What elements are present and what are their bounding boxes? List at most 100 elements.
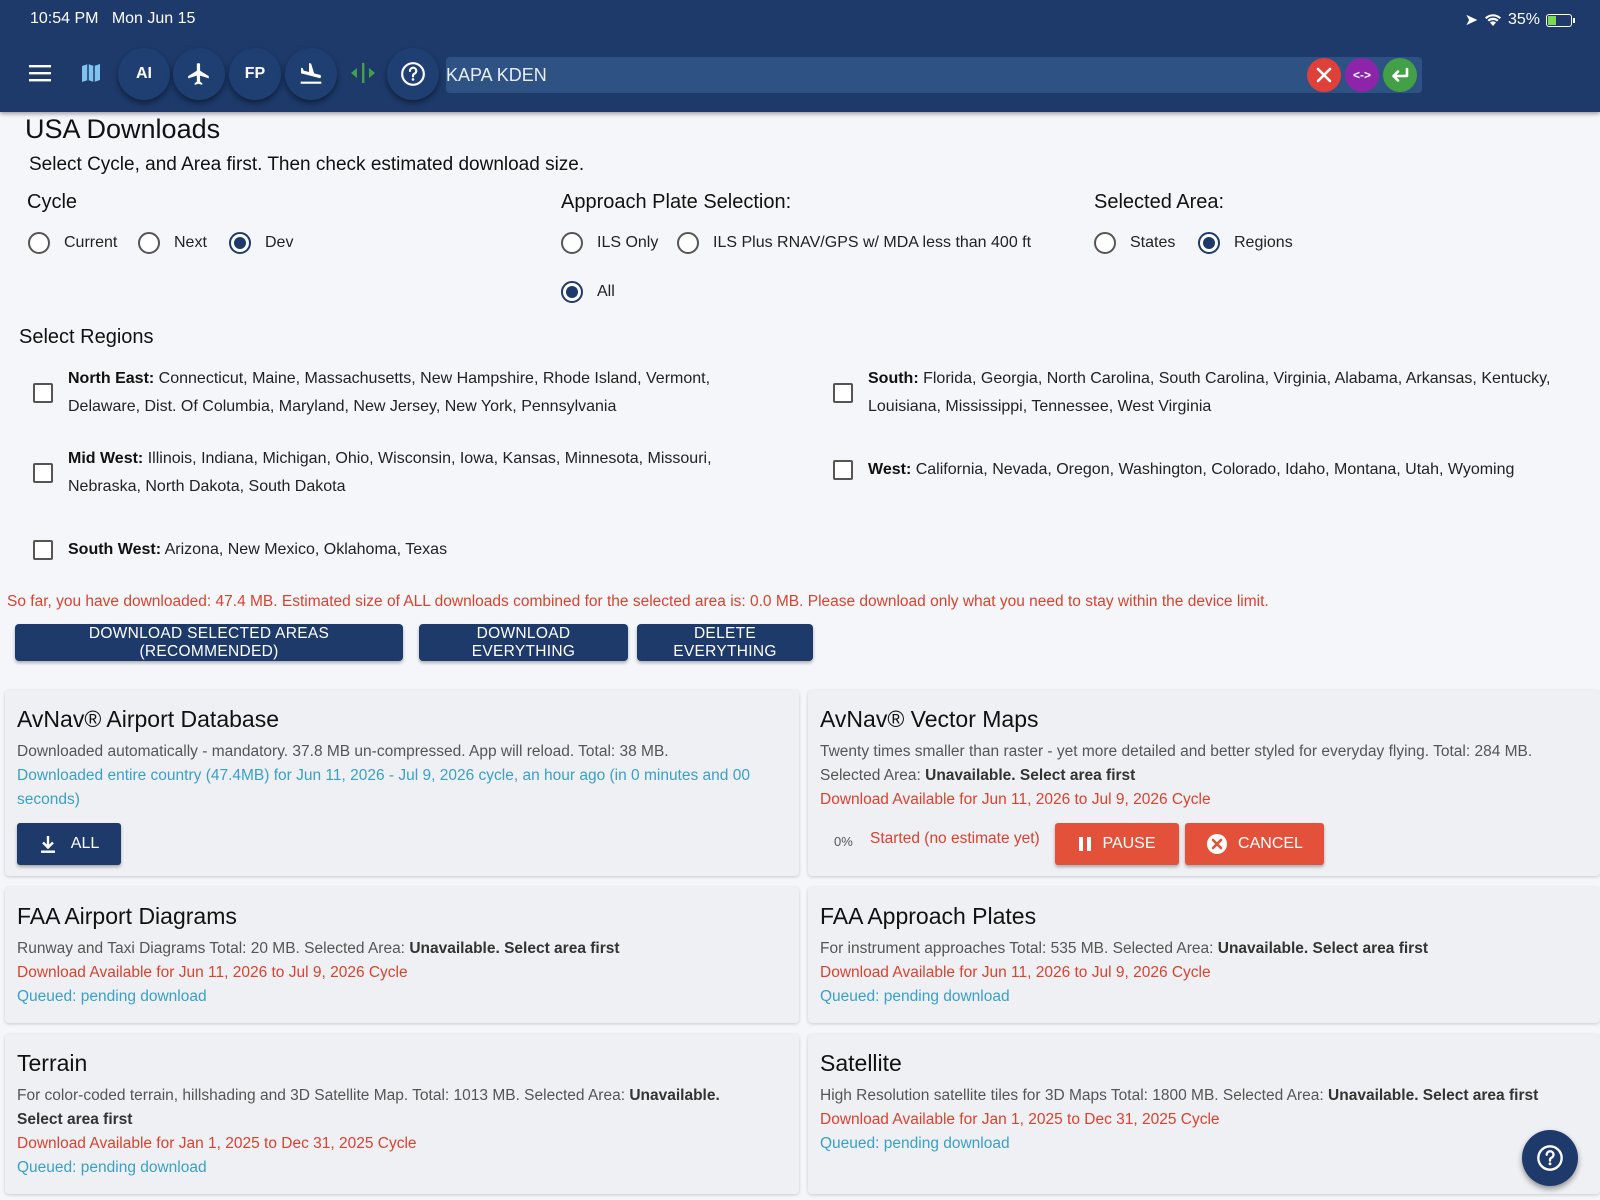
- date: Mon Jun 15: [111, 10, 196, 27]
- airplane-icon: [188, 63, 209, 85]
- search-bar[interactable]: [446, 57, 1422, 93]
- card-title: AvNav® Vector Maps: [820, 706, 1039, 732]
- menu-icon[interactable]: [18, 50, 64, 96]
- cycle-label: Cycle: [27, 191, 78, 213]
- card-availability: Download Available for Jun 11, 2026 to J…: [820, 791, 1211, 808]
- cycle-current-radio[interactable]: Current: [28, 232, 117, 254]
- desc-bold: Unavailable. Select area first: [1328, 1087, 1539, 1104]
- card-title: AvNav® Airport Database: [17, 706, 279, 732]
- approach-ils-plus-radio[interactable]: ILS Plus RNAV/GPS w/ MDA less than 400 f…: [677, 232, 1031, 254]
- help-icon: [401, 62, 425, 86]
- area-regions-radio[interactable]: Regions: [1198, 232, 1293, 254]
- radio-dot[interactable]: [229, 232, 251, 254]
- card-title: Satellite: [820, 1050, 902, 1076]
- region-mid-west-checkbox[interactable]: [33, 463, 53, 483]
- region-south-west-checkbox[interactable]: [33, 540, 53, 560]
- region-south-west-label: South West: Arizona, New Mexico, Oklahom…: [68, 536, 808, 564]
- desc-bold: Unavailable. Select area first: [409, 940, 620, 957]
- radio-dot[interactable]: [561, 281, 583, 303]
- region-south-checkbox[interactable]: [833, 383, 853, 403]
- approach-all-radio[interactable]: All: [561, 281, 615, 303]
- card-description: Runway and Taxi Diagrams Total: 20 MB. S…: [17, 937, 620, 961]
- page-subtitle: Select Cycle, and Area first. Then check…: [29, 154, 585, 175]
- region-north-east-label: North East: Connecticut, Maine, Massachu…: [68, 365, 808, 421]
- desc-prefix: High Resolution satellite tiles for 3D M…: [820, 1087, 1329, 1104]
- region-states: Connecticut, Maine, Massachusetts, New H…: [154, 370, 711, 387]
- radio-label: Regions: [1234, 234, 1293, 251]
- card-queued: Queued: pending download: [17, 988, 207, 1005]
- help-button[interactable]: [387, 48, 439, 100]
- status-time: 10:54 PM Mon Jun 15: [30, 10, 195, 28]
- satellite-card: Satellite High Resolution satellite tile…: [808, 1034, 1600, 1194]
- area-states-radio[interactable]: States: [1094, 232, 1175, 254]
- download-everything-button[interactable]: DOWNLOAD EVERYTHING: [419, 624, 628, 661]
- landing-button[interactable]: [285, 48, 337, 100]
- vector-maps-card: AvNav® Vector Maps Twenty times smaller …: [808, 690, 1600, 876]
- search-input[interactable]: [446, 57, 1306, 93]
- region-states: California, Nevada, Oregon, Washington, …: [911, 461, 1515, 478]
- card-title: FAA Approach Plates: [820, 903, 1037, 929]
- location-icon: ➤: [1464, 12, 1478, 29]
- approach-plates-card: FAA Approach Plates For instrument appro…: [808, 887, 1600, 1023]
- region-north-east-checkbox[interactable]: [33, 383, 53, 403]
- radio-label: Dev: [265, 234, 294, 251]
- flight-plan-button[interactable]: FP: [229, 48, 281, 100]
- clear-button[interactable]: [1307, 58, 1341, 92]
- card-availability: Download Available for Jan 1, 2025 to De…: [820, 1111, 1220, 1128]
- region-west-label: West: California, Nevada, Oregon, Washin…: [868, 456, 1588, 484]
- card-queued: Queued: pending download: [820, 1135, 1010, 1152]
- radio-dot[interactable]: [1198, 232, 1220, 254]
- cycle-next-radio[interactable]: Next: [138, 232, 207, 254]
- radio-dot[interactable]: [677, 232, 699, 254]
- help-fab-button[interactable]: [1522, 1130, 1578, 1186]
- desc-prefix: For instrument approaches Total: 535 MB.…: [820, 940, 1218, 957]
- airport-database-card: AvNav® Airport Database Downloaded autom…: [5, 690, 799, 876]
- card-queued: Queued: pending download: [17, 1159, 207, 1176]
- cycle-dev-radio[interactable]: Dev: [229, 232, 293, 254]
- radio-label: States: [1130, 234, 1176, 251]
- region-states: Nebraska, North Dakota, South Dakota: [68, 478, 346, 495]
- desc-prefix: For color-coded terrain, hillshading and…: [17, 1087, 630, 1104]
- card-title: Terrain: [17, 1050, 88, 1076]
- airplane-button[interactable]: [173, 48, 225, 100]
- radio-dot[interactable]: [138, 232, 160, 254]
- button-label: CANCEL: [1238, 835, 1303, 852]
- card-description: For instrument approaches Total: 535 MB.…: [820, 937, 1428, 961]
- wifi-icon: [1484, 14, 1501, 26]
- region-name: West:: [868, 461, 912, 478]
- battery-icon: [1546, 13, 1575, 27]
- select-regions-label: Select Regions: [19, 326, 154, 348]
- radio-dot[interactable]: [1094, 232, 1116, 254]
- split-view-icon[interactable]: [340, 50, 386, 96]
- radio-dot[interactable]: [28, 232, 50, 254]
- close-icon: [1316, 67, 1332, 83]
- card-description: For color-coded terrain, hillshading and…: [17, 1084, 787, 1108]
- card-description: Downloaded automatically - mandatory. 37…: [17, 743, 669, 760]
- swap-button[interactable]: <->: [1345, 58, 1379, 92]
- area-label: Selected Area:: [1094, 191, 1225, 213]
- approach-ils-only-radio[interactable]: ILS Only: [561, 232, 658, 254]
- card-availability: Download Available for Jun 11, 2026 to J…: [17, 964, 408, 981]
- desc-bold: Select area first: [17, 1111, 133, 1128]
- progress-percent: 0%: [834, 834, 853, 849]
- ai-button[interactable]: AI: [118, 48, 170, 100]
- download-icon: [40, 836, 55, 853]
- cancel-button[interactable]: CANCEL: [1185, 823, 1324, 865]
- card-status-cont: seconds): [17, 791, 80, 808]
- card-selected-area: Selected Area: Unavailable. Select area …: [820, 764, 1135, 788]
- download-selected-button[interactable]: DOWNLOAD SELECTED AREAS (RECOMMENDED): [15, 624, 403, 661]
- region-name: Mid West:: [68, 450, 144, 467]
- area-prefix: Selected Area:: [820, 767, 926, 784]
- map-icon[interactable]: [68, 50, 114, 96]
- region-states: Louisiana, Mississippi, Tennessee, West …: [868, 398, 1212, 415]
- battery-percent: 35%: [1507, 11, 1540, 28]
- radio-dot[interactable]: [561, 232, 583, 254]
- help-icon: [1537, 1145, 1563, 1171]
- delete-everything-button[interactable]: DELETE EVERYTHING: [637, 624, 813, 661]
- button-label: ALL: [70, 835, 100, 852]
- swap-label: <->: [1352, 68, 1371, 82]
- download-all-button[interactable]: ALL: [17, 823, 121, 865]
- enter-button[interactable]: [1383, 58, 1417, 92]
- pause-button[interactable]: PAUSE: [1055, 823, 1179, 865]
- region-west-checkbox[interactable]: [833, 460, 853, 480]
